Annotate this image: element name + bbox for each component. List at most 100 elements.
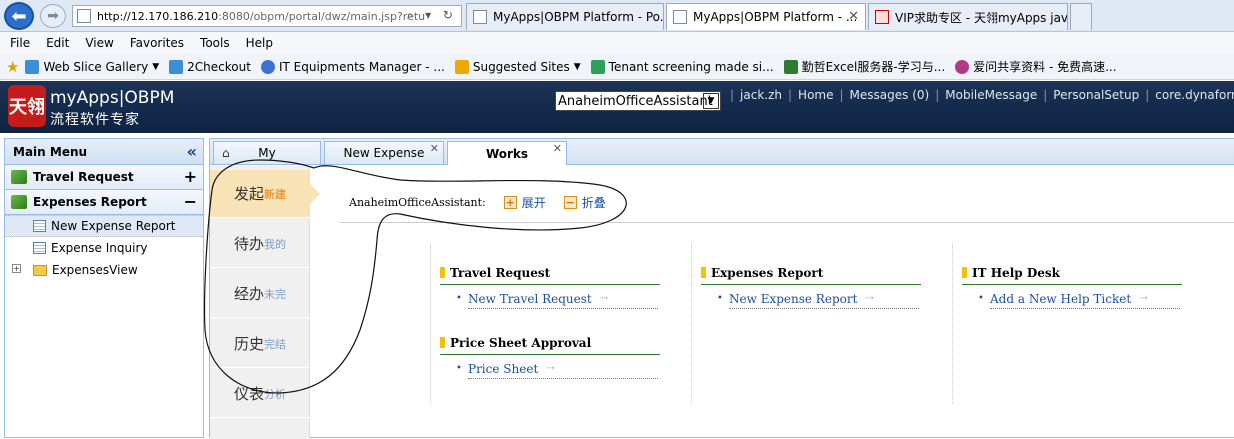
browser-address-row: ⬅ ➡ http://12.170.186.210:8080/obpm/port…	[0, 0, 1234, 32]
sidebar-item-expenses-view[interactable]: + ExpensesView	[5, 259, 203, 281]
tab-strip: ⌂ My New Expense ✕ Works ✕	[210, 139, 1234, 165]
vnav-label: 仪表	[234, 385, 265, 403]
sidebar-item-expense-inquiry[interactable]: Expense Inquiry	[5, 237, 203, 259]
personal-setup-link[interactable]: PersonalSetup	[1047, 88, 1145, 102]
expand-icon[interactable]: +	[184, 167, 197, 186]
menu-favorites[interactable]: Favorites	[130, 36, 184, 50]
favorite-label: Web Slice Gallery	[43, 59, 149, 74]
tab-label: New Expense	[343, 146, 425, 160]
plus-icon: +	[503, 196, 517, 209]
favorite-2checkout[interactable]: 2Checkout	[169, 59, 251, 74]
favorite-excel-server[interactable]: 勤哲Excel服务器-学习与...	[783, 58, 945, 75]
favorite-label: Suggested Sites	[472, 59, 570, 74]
address-bar[interactable]: http://12.170.186.210:8080/obpm/portal/d…	[72, 5, 462, 27]
new-travel-request-link[interactable]: New Travel Request ⇢	[456, 289, 658, 309]
tab-my[interactable]: ⌂ My	[213, 141, 321, 164]
add-help-ticket-link[interactable]: Add a New Help Ticket ⇢	[978, 289, 1180, 309]
menu-help[interactable]: Help	[246, 36, 273, 50]
sidebar-group-label: Expenses Report	[33, 195, 147, 209]
search-refresh-icons[interactable]: ⌕ ▾ ↻	[407, 8, 457, 23]
category-title: Expenses Report	[701, 264, 921, 282]
mobile-message-link[interactable]: MobileMessage	[939, 88, 1043, 102]
sidebar-group-label: Travel Request	[33, 170, 134, 184]
browser-tab-label: MyApps|OBPM Platform - ...	[693, 10, 858, 24]
forward-arrow-icon[interactable]: ➡	[40, 4, 66, 28]
browser-tab-2[interactable]: MyApps|OBPM Platform - ... ✕	[666, 3, 866, 30]
page-icon	[673, 10, 687, 24]
vnav-initiate[interactable]: 发起 新建	[210, 170, 320, 218]
collapse-all-button[interactable]: − 折叠	[563, 194, 606, 211]
tab-works[interactable]: Works ✕	[447, 141, 567, 165]
vnav-pending[interactable]: 待办 我的	[210, 220, 310, 268]
header-links: | jack.zh | Home | Messages (0) | Mobile…	[730, 88, 1234, 102]
new-tab-button[interactable]	[1070, 3, 1092, 30]
excel-icon	[783, 59, 798, 74]
favorite-web-slice-gallery[interactable]: Web Slice Gallery ▼	[25, 59, 160, 74]
divider	[701, 284, 921, 285]
application-select[interactable]: AnaheimOfficeAssistant ▼	[555, 91, 721, 111]
collapse-icon[interactable]: −	[184, 192, 197, 211]
close-icon[interactable]: ✕	[430, 142, 439, 155]
application-label: AnaheimOfficeAssistant:	[349, 196, 486, 209]
browser-tab-label: MyApps|OBPM Platform - Po...	[493, 10, 664, 24]
divider	[691, 244, 692, 404]
sidebar-item-label: New Expense Report	[51, 219, 176, 233]
browser-tab-3[interactable]: VIP求助专区 - 天翎myApps jav...	[868, 3, 1068, 30]
app-title: myApps|OBPM	[50, 88, 175, 108]
close-icon[interactable]: ✕	[848, 9, 859, 24]
go-arrow-icon: ⇢	[1139, 293, 1148, 304]
sidebar-group-travel-request[interactable]: Travel Request +	[5, 165, 203, 190]
sidebar-item-label: ExpensesView	[52, 263, 138, 277]
module-icon	[11, 195, 27, 209]
favorite-iask[interactable]: 爱问共享资料 - 免费高速...	[955, 58, 1117, 75]
new-expense-report-link[interactable]: New Expense Report ⇢	[717, 289, 919, 309]
tab-new-expense[interactable]: New Expense ✕	[324, 141, 444, 164]
sidebar-group-expenses-report[interactable]: Expenses Report −	[5, 190, 203, 215]
chevron-down-icon: ▼	[152, 61, 160, 72]
sidebar-item-new-expense-report[interactable]: New Expense Report	[5, 215, 203, 237]
expand-all-button[interactable]: + 展开	[503, 194, 546, 211]
go-arrow-icon: ⇢	[865, 293, 874, 304]
vnav-sublabel: 我的	[264, 237, 287, 251]
favorite-label: Tenant screening made si...	[608, 59, 774, 74]
messages-link[interactable]: Messages (0)	[844, 88, 936, 102]
vnav-sublabel: 分析	[264, 387, 287, 401]
favorites-star-icon[interactable]: ★	[6, 58, 19, 76]
form-icon	[33, 220, 46, 232]
home-link[interactable]: Home	[792, 88, 839, 102]
main-menu-sidebar: Main Menu « Travel Request + Expenses Re…	[4, 138, 204, 438]
tab-label: My	[258, 146, 276, 160]
folder-icon	[33, 264, 47, 276]
vnav-sublabel: 完结	[264, 337, 287, 351]
collapse-left-icon[interactable]: «	[187, 142, 197, 161]
vnav-dashboard[interactable]: 仪表 分析	[210, 370, 310, 418]
back-arrow-icon[interactable]: ⬅	[4, 2, 34, 30]
menu-tools[interactable]: Tools	[200, 36, 230, 50]
price-sheet-link[interactable]: Price Sheet ⇢	[456, 359, 658, 379]
vnav-label: 历史	[234, 335, 265, 353]
category-title: IT Help Desk	[962, 264, 1182, 282]
bing-icon	[454, 59, 469, 74]
sidebar-title: Main Menu	[13, 144, 88, 159]
url-host: http://12.170.186.210	[97, 9, 219, 23]
avatar-icon	[955, 59, 970, 74]
favorite-suggested-sites[interactable]: Suggested Sites ▼	[454, 59, 581, 74]
close-icon[interactable]: ✕	[553, 142, 562, 155]
menu-edit[interactable]: Edit	[46, 36, 69, 50]
divider	[440, 284, 660, 285]
menu-file[interactable]: File	[10, 36, 30, 50]
favorite-tenant-screening[interactable]: Tenant screening made si...	[590, 59, 774, 74]
expand-all-label: 展开	[521, 196, 546, 210]
category-price-sheet-approval: Price Sheet Approval Price Sheet ⇢	[440, 334, 660, 379]
tree-expand-icon[interactable]: +	[12, 264, 21, 273]
sidebar-item-label: Expense Inquiry	[51, 241, 148, 255]
favorite-it-equipments[interactable]: IT Equipments Manager - ...	[260, 59, 445, 74]
vnav-handled[interactable]: 经办 未完	[210, 270, 310, 318]
chevron-down-icon[interactable]: ▼	[703, 93, 719, 109]
page-icon	[169, 59, 184, 74]
dynaform-link[interactable]: core.dynaform.v	[1149, 88, 1234, 102]
browser-tab-1[interactable]: MyApps|OBPM Platform - Po...	[466, 3, 664, 30]
menu-view[interactable]: View	[85, 36, 113, 50]
category-title: Price Sheet Approval	[440, 334, 660, 352]
vnav-history[interactable]: 历史 完结	[210, 320, 310, 368]
